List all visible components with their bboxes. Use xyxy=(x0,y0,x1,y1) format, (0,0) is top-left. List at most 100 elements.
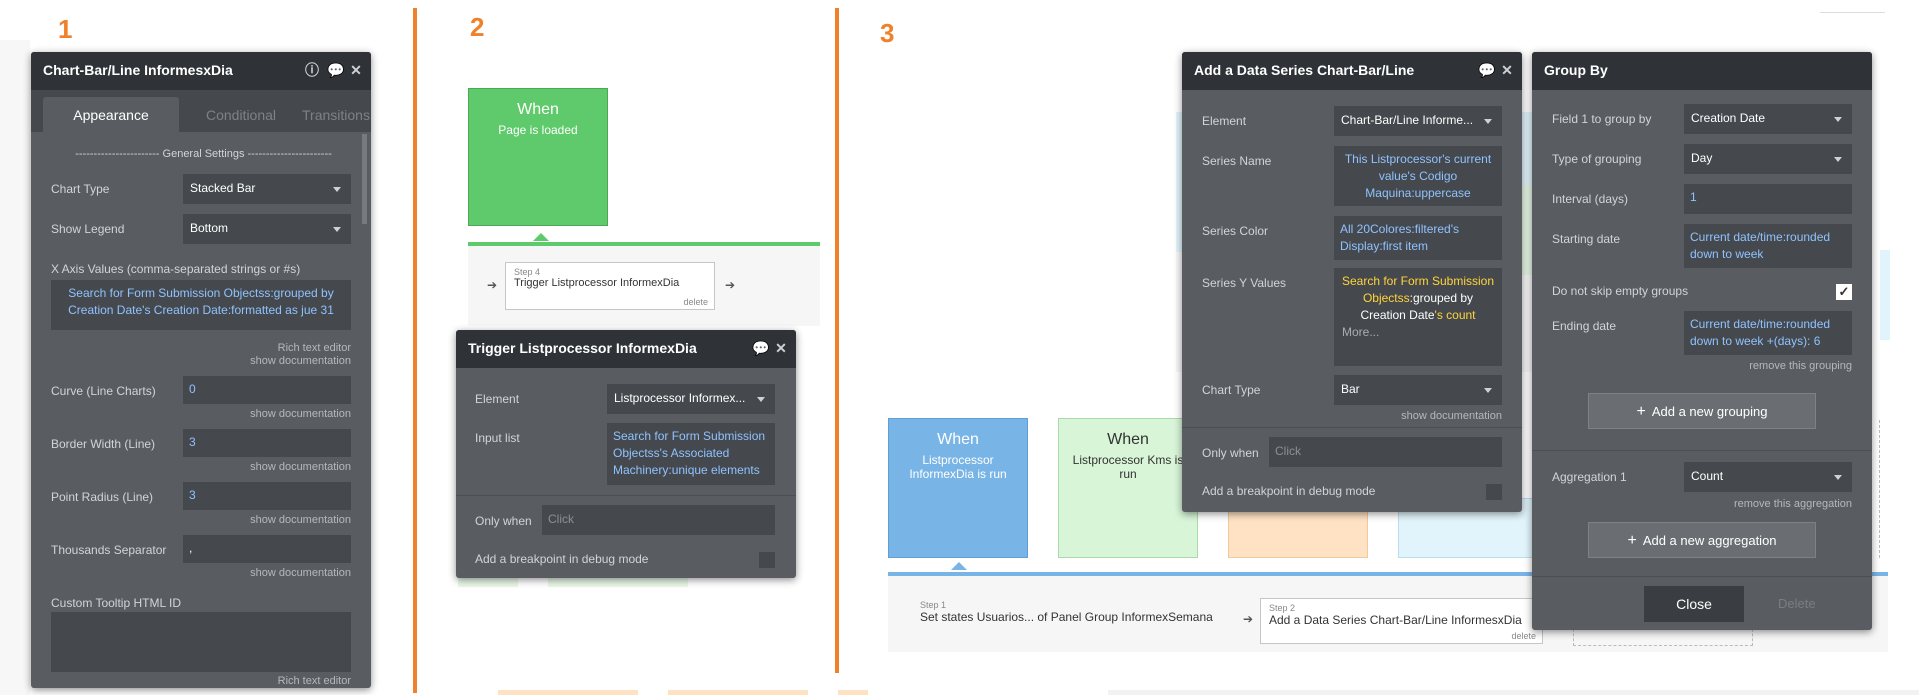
series-color-label: Series Color xyxy=(1202,224,1269,238)
info-icon[interactable]: ⓘ xyxy=(305,63,319,77)
thousands-separator-input[interactable]: , xyxy=(183,535,351,563)
close-icon[interactable]: ✕ xyxy=(774,341,788,355)
trigger-action-panel: Trigger Listprocessor InformexDia 💬 ✕ El… xyxy=(456,330,796,578)
field-group-select[interactable]: Creation Date xyxy=(1684,104,1852,134)
chart-type-label: Chart Type xyxy=(51,182,110,196)
element-select[interactable]: Listprocessor Informex... xyxy=(607,384,775,414)
element-label: Element xyxy=(475,392,520,406)
close-button[interactable]: Close xyxy=(1644,586,1744,622)
event-pointer xyxy=(951,562,967,570)
element-label: Element xyxy=(1202,114,1247,128)
separator xyxy=(1182,427,1522,428)
step-delete-link[interactable]: delete xyxy=(683,297,708,307)
show-documentation-link[interactable]: show documentation xyxy=(250,567,351,579)
step-number: Step 1 xyxy=(920,600,947,610)
border-width-input[interactable]: 3 xyxy=(183,429,351,457)
series-y-input[interactable]: Search for Form Submission Objectss:grou… xyxy=(1334,268,1502,366)
ending-date-label: Ending date xyxy=(1552,319,1617,333)
series-y-label: Series Y Values xyxy=(1202,276,1287,290)
step-delete-link[interactable]: delete xyxy=(1511,631,1536,641)
ending-date-input[interactable]: Current date/time:rounded down to week +… xyxy=(1684,311,1852,355)
event-listprocessor-kms[interactable]: When Listprocessor Kms is run xyxy=(1058,418,1198,558)
button-label: Add a new aggregation xyxy=(1642,533,1777,548)
rich-text-editor-link[interactable]: Rich text editor xyxy=(278,342,351,354)
panel-header: Group By xyxy=(1532,52,1872,90)
skip-empty-checkbox[interactable]: ✓ xyxy=(1836,284,1852,300)
show-documentation-link[interactable]: show documentation xyxy=(250,461,351,473)
chart-type-label: Chart Type xyxy=(1202,383,1261,397)
chart-type-select[interactable]: Stacked Bar xyxy=(183,174,351,204)
series-color-input[interactable]: All 20Colores:filtered's Display:first i… xyxy=(1334,216,1502,260)
input-list-field[interactable]: Search for Form Submission Objectss's As… xyxy=(607,423,775,485)
tab-appearance[interactable]: Appearance xyxy=(43,97,179,132)
only-when-input[interactable]: Click xyxy=(1269,437,1502,467)
panel-header: Trigger Listprocessor InformexDia 💬 ✕ xyxy=(456,330,796,368)
scrollbar[interactable] xyxy=(362,134,367,224)
only-when-label: Only when xyxy=(475,514,532,528)
step-number: Step 4 xyxy=(514,267,541,277)
rich-text-editor-link[interactable]: Rich text editor xyxy=(278,675,351,687)
arrow-right-icon: ➔ xyxy=(1243,612,1254,626)
show-documentation-link[interactable]: show documentation xyxy=(1401,410,1502,422)
chart-type-select[interactable]: Bar xyxy=(1334,375,1502,405)
section-header: ----------------------- General Settings… xyxy=(75,148,332,160)
point-radius-input[interactable]: 3 xyxy=(183,482,351,510)
starting-date-input[interactable]: Current date/time:rounded down to week xyxy=(1684,224,1852,268)
input-list-label: Input list xyxy=(475,431,520,445)
remove-grouping-link[interactable]: remove this grouping xyxy=(1749,360,1852,372)
button-label: Add a new grouping xyxy=(1651,404,1768,419)
step-label: Trigger Listprocessor InformexDia xyxy=(514,277,680,289)
more-link[interactable]: More... xyxy=(1340,324,1496,341)
canvas-orange-1 xyxy=(498,690,638,695)
tab-conditional[interactable]: Conditional xyxy=(181,107,301,123)
grouping-type-label: Type of grouping xyxy=(1552,152,1642,166)
event-subtitle: Page is loaded xyxy=(498,123,578,137)
custom-tooltip-input[interactable] xyxy=(51,612,351,672)
event-listprocessor-informexdia[interactable]: When Listprocessor InformexDia is run xyxy=(888,418,1028,558)
editor-canvas-left xyxy=(0,40,30,695)
comment-icon[interactable]: 💬 xyxy=(752,341,769,355)
comment-icon[interactable]: 💬 xyxy=(1478,63,1495,77)
tab-transitions[interactable]: Transitions xyxy=(291,107,381,123)
element-select[interactable]: Chart-Bar/Line Informe... xyxy=(1334,106,1502,136)
panel-title: Trigger Listprocessor InformexDia xyxy=(468,340,697,356)
workflow-step-2[interactable]: Step 2 Add a Data Series Chart-Bar/Line … xyxy=(1260,598,1543,644)
breakpoint-checkbox[interactable] xyxy=(759,552,775,568)
delete-button[interactable]: Delete xyxy=(1778,596,1816,611)
x-axis-input[interactable]: Search for Form Submission Objectss:grou… xyxy=(51,280,351,330)
plus-icon: + xyxy=(1627,532,1637,549)
panel-header: Chart-Bar/Line InformesxDia ⓘ 💬 ✕ xyxy=(31,52,371,90)
event-subtitle: Listprocessor Kms is run xyxy=(1072,453,1184,481)
grouping-type-select[interactable]: Day xyxy=(1684,144,1852,174)
section-number-2: 2 xyxy=(470,12,485,42)
series-name-input[interactable]: This Listprocessor's current value's Cod… xyxy=(1334,146,1502,206)
remove-aggregation-link[interactable]: remove this aggregation xyxy=(1734,498,1852,510)
series-name-label: Series Name xyxy=(1202,154,1272,168)
section-number-3: 3 xyxy=(880,18,895,48)
divider-2 xyxy=(835,8,839,673)
workflow-step-4[interactable]: Step 4 Trigger Listprocessor InformexDia… xyxy=(505,262,715,310)
aggregation-select[interactable]: Count xyxy=(1684,462,1852,492)
show-legend-select[interactable]: Bottom xyxy=(183,214,351,244)
panel-title: Add a Data Series Chart-Bar/Line xyxy=(1194,62,1415,78)
skip-empty-label: Do not skip empty groups xyxy=(1552,284,1689,298)
curve-input[interactable]: 0 xyxy=(183,376,351,404)
event-title: When xyxy=(1107,431,1149,448)
add-aggregation-button[interactable]: + Add a new aggregation xyxy=(1588,522,1816,558)
breakpoint-checkbox[interactable] xyxy=(1486,484,1502,500)
add-grouping-button[interactable]: + Add a new grouping xyxy=(1588,393,1816,429)
show-documentation-link[interactable]: show documentation xyxy=(250,514,351,526)
close-icon[interactable]: ✕ xyxy=(1500,63,1514,77)
event-page-loaded[interactable]: When Page is loaded xyxy=(468,88,608,226)
close-icon[interactable]: ✕ xyxy=(349,63,363,77)
comment-icon[interactable]: 💬 xyxy=(327,63,344,77)
interval-input[interactable]: 1 xyxy=(1684,184,1852,214)
event-subtitle: Listprocessor InformexDia is run xyxy=(909,453,1007,481)
only-when-input[interactable]: Click xyxy=(542,505,775,535)
workflow-step-1[interactable]: Step 1 Set states Usuarios... of Panel G… xyxy=(920,600,1230,640)
expression-part: 's count xyxy=(1434,308,1476,322)
show-documentation-link[interactable]: show documentation xyxy=(250,408,351,420)
show-documentation-link[interactable]: show documentation xyxy=(250,355,351,367)
aggregation-label: Aggregation 1 xyxy=(1552,470,1627,484)
section-number-1: 1 xyxy=(58,14,73,44)
